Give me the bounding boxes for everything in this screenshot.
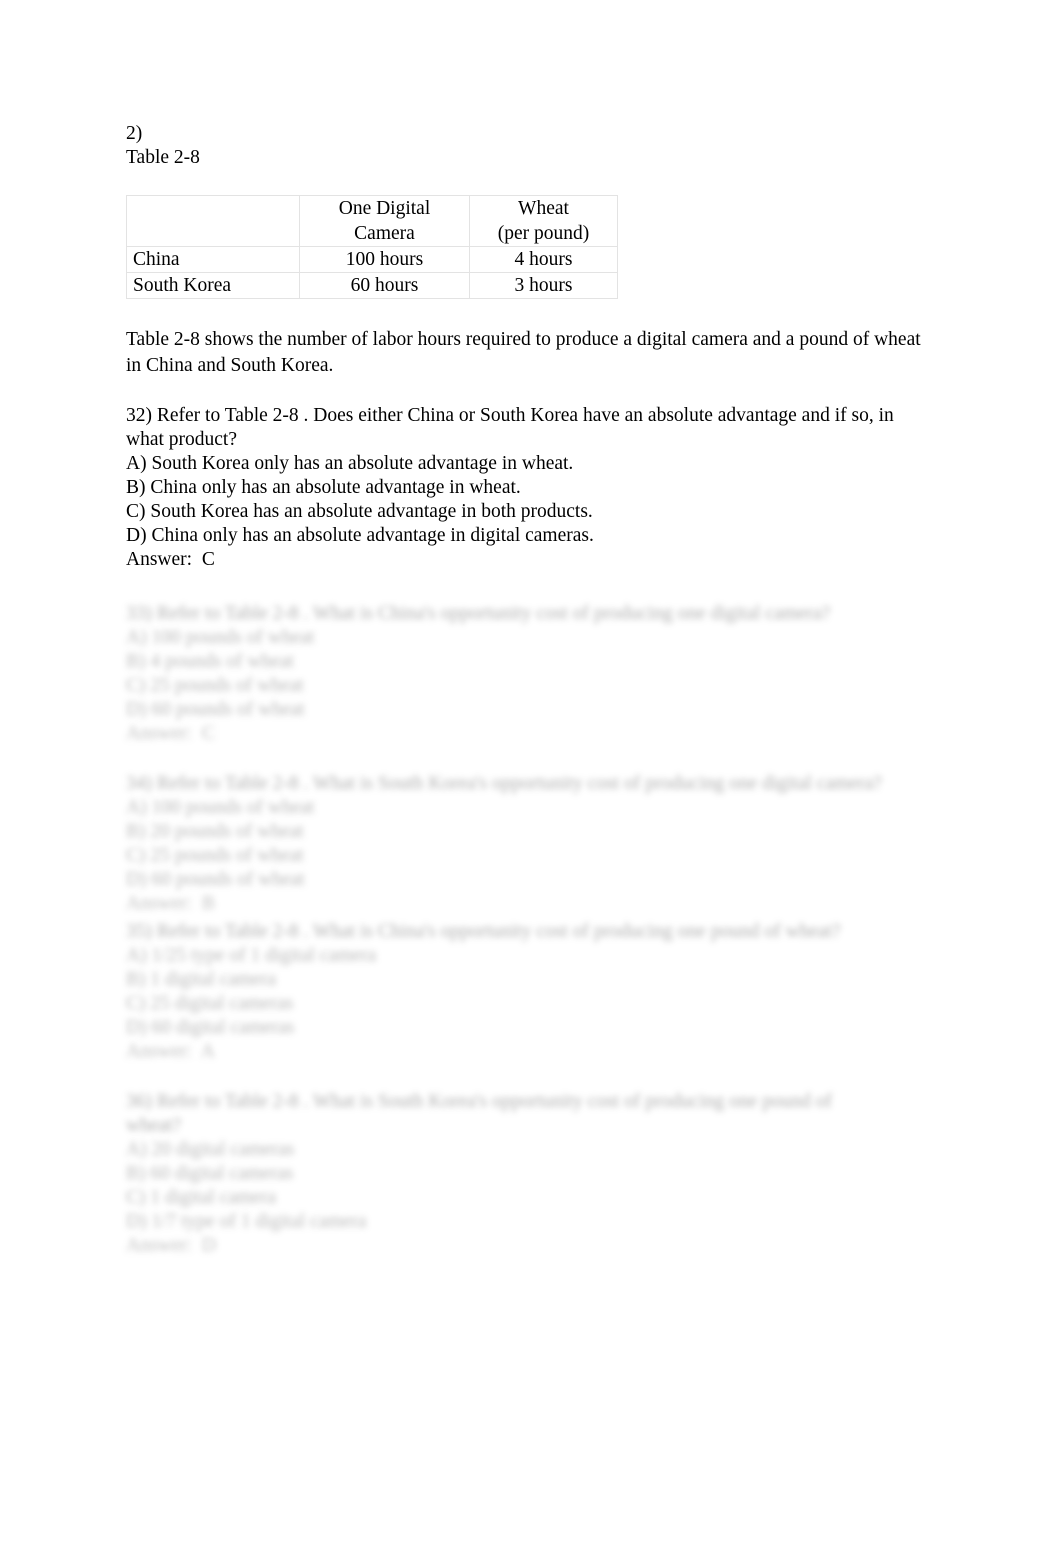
redacted-3-option-c: C) 25 digital cameras [126,993,294,1014]
redacted-2-option-a: A) 100 pounds of wheat [126,797,315,818]
redacted-2-stem: 34) Refer to Table 2-8 . What is South K… [126,773,882,794]
table-wrapper: One Digital Camera Wheat (per pound) Chi… [126,195,618,299]
redacted-question-block-1: 33) Refer to Table 2-8 . What is China's… [126,602,956,746]
redacted-4-option-a: A) 20 digital cameras [126,1139,295,1160]
document-page: 2) Table 2-8 One Digital Camera Wheat (p… [0,0,1062,1556]
redacted-question-block-3: 35) Refer to Table 2-8 . What is China's… [126,920,956,1064]
redacted-4-stem-line2: wheat? [126,1115,182,1136]
question-32: 32) Refer to Table 2-8 . Does either Chi… [126,404,931,572]
table-header-wheat-line1: Wheat [518,198,569,219]
redacted-2-option-c: C) 25 pounds of wheat [126,845,304,866]
redacted-1-option-c: C) 25 pounds of wheat [126,675,304,696]
table-cell-wheat: 4 hours [469,246,618,273]
table-header-camera-line2: Camera [354,223,415,244]
table-cell-camera: 100 hours [299,246,470,273]
question-32-option-a: A) South Korea only has an absolute adva… [126,453,574,474]
question-32-stem-line1: 32) Refer to Table 2-8 . Does either Chi… [126,405,874,426]
redacted-4-answer: Answer: D [126,1235,216,1256]
table-header-blank [126,195,300,247]
redacted-4-option-c: C) 1 digital camera [126,1187,276,1208]
question-32-stem: 32) Refer to Table 2-8 . Does either Chi… [126,404,931,452]
table-header-row: One Digital Camera Wheat (per pound) [126,195,618,247]
table-cell-wheat: 3 hours [469,272,618,299]
redacted-4-option-d: D) 1/7 type of 1 digital camera [126,1211,367,1232]
redacted-3-stem: 35) Refer to Table 2-8 . What is China's… [126,921,841,942]
table-cell-country: China [126,246,300,273]
table-row: China 100 hours 4 hours [126,246,618,273]
labor-hours-table: One Digital Camera Wheat (per pound) Chi… [126,195,618,299]
redacted-3-option-b: B) 1 digital camera [126,969,276,990]
table-header-wheat-line2: (per pound) [497,223,590,244]
redacted-1-option-a: A) 100 pounds of wheat [126,627,315,648]
redacted-2-option-b: B) 20 pounds of wheat [126,821,304,842]
redacted-3-option-a: A) 1/25 type of 1 digital camera [126,945,377,966]
question-32-option-d: D) China only has an absolute advantage … [126,525,594,546]
redacted-1-option-d: D) 60 pounds of wheat [126,699,305,720]
table-row: South Korea 60 hours 3 hours [126,272,618,299]
redacted-1-answer: Answer: C [126,723,215,744]
table-header-camera: One Digital Camera [299,195,470,247]
redacted-question-block-2: 34) Refer to Table 2-8 . What is South K… [126,772,956,916]
redacted-1-option-b: B) 4 pounds of wheat [126,651,294,672]
redacted-question-block-4: 36) Refer to Table 2-8 . What is South K… [126,1090,956,1258]
table-caption: Table 2-8 [126,147,200,168]
redacted-3-option-d: D) 60 digital cameras [126,1017,295,1038]
table-description-line1: Table 2-8 shows the number of labor hour… [126,329,870,350]
redacted-4-stem-line1: 36) Refer to Table 2-8 . What is South K… [126,1091,833,1112]
table-header-wheat: Wheat (per pound) [469,195,618,247]
redacted-2-option-d: D) 60 pounds of wheat [126,869,305,890]
redacted-1-stem: 33) Refer to Table 2-8 . What is China's… [126,603,831,624]
redacted-3-answer: Answer: A [126,1041,215,1062]
redacted-questions-area: 33) Refer to Table 2-8 . What is China's… [126,602,936,1258]
redacted-4-option-b: B) 60 digital cameras [126,1163,294,1184]
page-content: 2) Table 2-8 One Digital Camera Wheat (p… [126,122,936,1284]
table-description: Table 2-8 shows the number of labor hour… [126,327,926,378]
table-cell-camera: 60 hours [299,272,470,299]
question-32-answer: Answer: C [126,549,215,570]
table-header-camera-line1: One Digital [338,198,431,219]
table-cell-country: South Korea [126,272,300,299]
question-32-option-c: C) South Korea has an absolute advantage… [126,501,593,522]
question-32-option-b: B) China only has an absolute advantage … [126,477,521,498]
item-number: 2) [126,123,143,144]
redacted-2-answer: Answer: B [126,893,215,914]
